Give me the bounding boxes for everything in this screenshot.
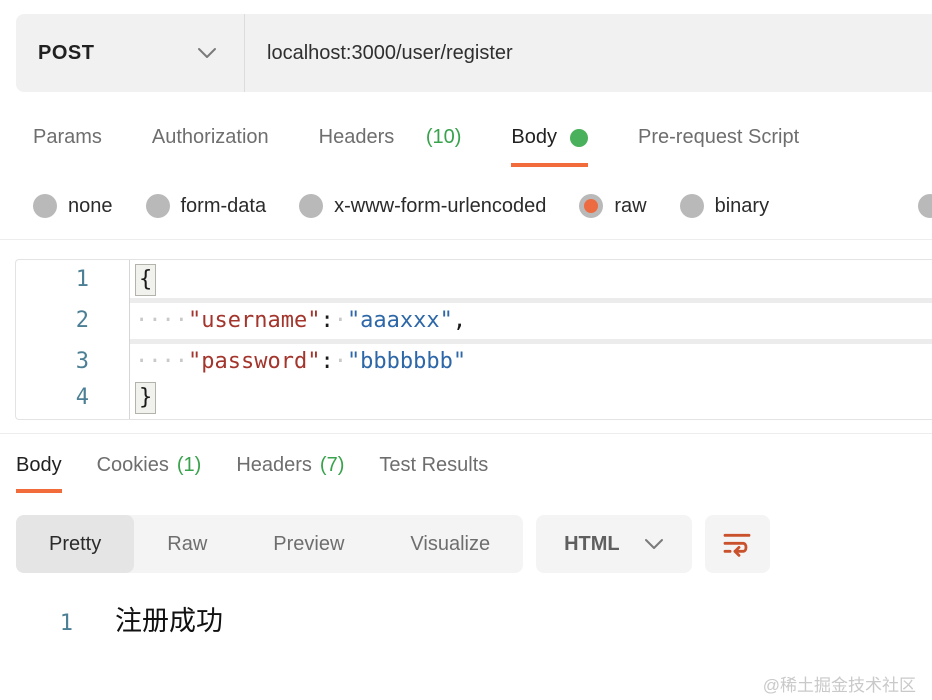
request-tabs: Params Authorization Headers (10) Body P… xyxy=(33,126,932,167)
tab-pre-request-script[interactable]: Pre-request Script xyxy=(638,126,799,167)
radio-none[interactable]: none xyxy=(33,194,113,218)
divider xyxy=(0,433,932,434)
json-key: "password" xyxy=(188,344,320,380)
editor-line-3[interactable]: 3 ····"password":·"bbbbbbb" xyxy=(16,344,932,380)
json-key: "username" xyxy=(188,303,320,339)
request-body-editor[interactable]: 1 { 2 ····"username":·"aaaxxx", 3 ····"p… xyxy=(15,259,932,420)
view-pretty-button[interactable]: Pretty xyxy=(16,515,134,573)
body-status-dot-icon xyxy=(570,129,588,147)
response-line-number: 1 xyxy=(16,611,73,636)
open-brace: { xyxy=(135,264,156,296)
response-tab-body[interactable]: Body xyxy=(16,454,62,493)
wrap-lines-button[interactable] xyxy=(705,515,770,573)
format-label: HTML xyxy=(564,533,620,556)
body-type-options: none form-data x-www-form-urlencoded raw… xyxy=(33,193,932,219)
divider xyxy=(0,239,932,240)
method-label: POST xyxy=(38,42,94,65)
headers-count: (10) xyxy=(426,126,462,149)
response-tab-headers[interactable]: Headers(7) xyxy=(236,454,344,493)
tab-authorization[interactable]: Authorization xyxy=(152,126,269,167)
view-raw-button[interactable]: Raw xyxy=(134,515,240,573)
radio-urlencoded-icon xyxy=(299,194,323,218)
response-tabs: Body Cookies(1) Headers(7) Test Results xyxy=(16,454,932,493)
space-dot: · xyxy=(334,344,347,380)
radio-raw[interactable]: raw xyxy=(579,194,646,218)
radio-form-data-icon xyxy=(146,194,170,218)
response-tab-cookies[interactable]: Cookies(1) xyxy=(97,454,202,493)
view-mode-switch: Pretty Raw Preview Visualize xyxy=(16,515,523,573)
chevron-down-icon xyxy=(196,46,218,60)
radio-form-data[interactable]: form-data xyxy=(146,194,267,218)
indent-dots: ···· xyxy=(135,303,188,339)
request-url-bar: POST localhost:3000/user/register xyxy=(16,14,932,92)
response-headers-count: (7) xyxy=(320,454,344,477)
close-brace: } xyxy=(135,382,156,414)
radio-partial-icon[interactable] xyxy=(918,194,932,218)
response-tab-test-results[interactable]: Test Results xyxy=(379,454,488,493)
chevron-down-icon xyxy=(644,538,664,550)
response-body-text: 注册成功 xyxy=(115,599,223,638)
cookies-count: (1) xyxy=(177,454,201,477)
response-toolbar: Pretty Raw Preview Visualize HTML xyxy=(16,515,932,573)
tab-body[interactable]: Body xyxy=(511,126,588,167)
response-body-line[interactable]: 1 注册成功 xyxy=(16,599,932,638)
method-selector[interactable]: POST xyxy=(16,14,245,92)
tab-headers[interactable]: Headers (10) xyxy=(319,126,462,167)
editor-line-2[interactable]: 2 ····"username":·"aaaxxx", xyxy=(16,303,932,339)
indent-dots: ···· xyxy=(135,344,188,380)
line-number: 2 xyxy=(16,303,129,339)
radio-x-www-form-urlencoded[interactable]: x-www-form-urlencoded xyxy=(299,194,546,218)
line-number: 3 xyxy=(16,344,129,380)
radio-binary-icon xyxy=(680,194,704,218)
view-visualize-button[interactable]: Visualize xyxy=(377,515,523,573)
json-value: "aaaxxx" xyxy=(347,303,453,339)
format-dropdown[interactable]: HTML xyxy=(536,515,692,573)
json-value: "bbbbbbb" xyxy=(347,344,466,380)
space-dot: · xyxy=(334,303,347,339)
tab-params[interactable]: Params xyxy=(33,126,102,167)
wrap-lines-icon xyxy=(721,528,753,560)
radio-none-icon xyxy=(33,194,57,218)
view-preview-button[interactable]: Preview xyxy=(240,515,377,573)
radio-raw-selected-icon xyxy=(579,194,603,218)
editor-line-1[interactable]: 1 { xyxy=(16,262,932,298)
editor-line-4[interactable]: 4 } xyxy=(16,380,932,416)
url-input[interactable]: localhost:3000/user/register xyxy=(245,14,932,92)
line-number: 1 xyxy=(16,262,129,298)
line-number: 4 xyxy=(16,380,129,416)
watermark: @稀土掘金技术社区 xyxy=(763,671,916,696)
radio-binary[interactable]: binary xyxy=(680,194,769,218)
